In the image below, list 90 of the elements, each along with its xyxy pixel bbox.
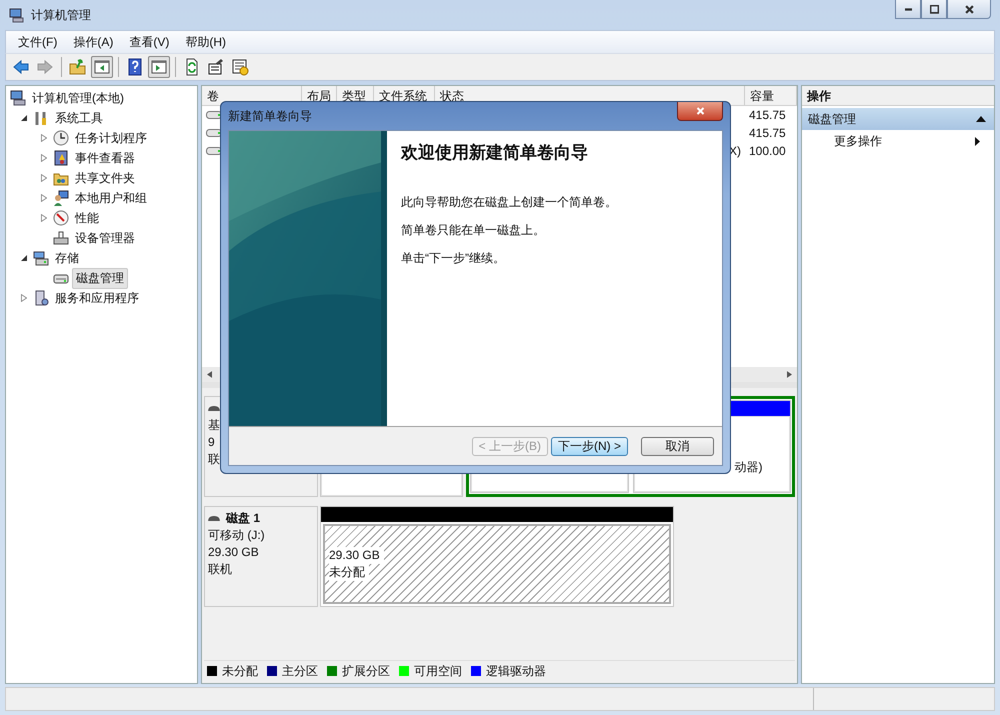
maximize-icon	[930, 4, 938, 14]
tree-item[interactable]: 性能	[72, 208, 102, 228]
column-header[interactable]: 容量	[745, 86, 797, 105]
gauge-icon	[53, 210, 69, 226]
toolbar-button[interactable]	[148, 56, 170, 78]
close-icon	[964, 4, 974, 14]
drive-icon	[206, 129, 222, 137]
toolbar-button[interactable]	[91, 56, 113, 78]
menu-item[interactable]: 查看(V)	[129, 34, 170, 50]
collapse-icon[interactable]	[976, 116, 986, 122]
tree-item[interactable]: 磁盘管理	[72, 268, 128, 288]
expand-icon[interactable]	[41, 134, 47, 142]
tools-icon	[33, 110, 49, 126]
dialog-title: 新建简单卷向导	[228, 108, 312, 124]
properties-icon	[207, 58, 225, 76]
partition[interactable]: 29.30 GB 未分配	[320, 506, 674, 607]
dialog-button[interactable]: 取消	[641, 436, 714, 456]
table-cell: 415.75	[749, 126, 786, 140]
expand-icon[interactable]	[41, 194, 47, 202]
computer-icon	[9, 7, 25, 23]
tree-item[interactable]: 设备管理器	[72, 228, 138, 248]
scroll-left-icon[interactable]	[207, 371, 212, 378]
dialog-text: 简单卷只能在单一磁盘上。	[401, 222, 546, 239]
tree-item[interactable]: 本地用户和组	[72, 188, 150, 208]
disk-info: 基	[208, 418, 221, 432]
drive-icon	[206, 147, 222, 155]
partition-info: 未分配	[329, 564, 369, 581]
book-icon	[53, 150, 69, 166]
disk-name: 磁盘 1	[226, 510, 260, 526]
export-icon	[231, 58, 249, 76]
disk-info: 29.30 GB	[208, 545, 260, 559]
partition-info: 动器)	[734, 459, 764, 476]
back-icon	[12, 58, 30, 76]
collapse-icon[interactable]	[21, 255, 27, 261]
section-header[interactable]: 磁盘管理	[802, 108, 994, 130]
legend-label: 未分配	[222, 662, 258, 680]
server-icon	[33, 290, 49, 306]
close-button[interactable]	[677, 102, 723, 121]
forward-icon	[36, 58, 54, 76]
storage-icon	[33, 250, 49, 266]
dialog-text: 单击“下一步”继续。	[401, 250, 506, 267]
menu-item[interactable]: 帮助(H)	[185, 34, 226, 50]
users-icon	[53, 190, 69, 206]
dialog-text: 此向导帮助您在磁盘上创建一个简单卷。	[401, 194, 617, 211]
collapse-icon[interactable]	[21, 115, 27, 121]
help-icon	[126, 58, 144, 76]
action-link[interactable]: 更多操作	[834, 132, 882, 150]
expand-icon[interactable]	[41, 214, 47, 222]
dialog-heading: 欢迎使用新建简单卷向导	[401, 142, 589, 164]
folder-up-icon	[69, 58, 87, 76]
tree-item[interactable]: 存储	[52, 248, 82, 268]
expand-icon[interactable]	[21, 294, 27, 302]
menu-item[interactable]: 文件(F)	[18, 34, 58, 50]
close-button[interactable]	[947, 0, 991, 19]
partition-info: 29.30 GB	[329, 547, 384, 564]
device-icon	[53, 230, 69, 246]
menu-item[interactable]: 操作(A)	[73, 34, 114, 50]
legend-label: 扩展分区	[342, 662, 390, 680]
table-cell: 100.00	[749, 144, 786, 158]
maximize-button[interactable]	[921, 0, 947, 19]
tree-item[interactable]: 服务和应用程序	[52, 288, 142, 308]
disk-info: 联	[208, 452, 221, 466]
window-title: 计算机管理	[31, 6, 91, 24]
table-cell: 415.75	[749, 108, 786, 122]
minimize-icon	[904, 8, 912, 10]
section-title: 磁盘管理	[808, 110, 856, 128]
legend-label: 主分区	[282, 662, 318, 680]
expand-icon[interactable]	[41, 174, 47, 182]
tree-item[interactable]: 任务计划程序	[72, 128, 150, 148]
legend-label: 逻辑驱动器	[486, 662, 546, 680]
tree-pane-icon	[93, 58, 111, 76]
computer-icon	[10, 90, 26, 106]
action-pane-icon	[150, 58, 168, 76]
disk-info: 可移动 (J:)	[208, 528, 266, 542]
expand-icon[interactable]	[41, 154, 47, 162]
tree-item[interactable]: 计算机管理(本地)	[29, 88, 127, 108]
close-icon	[696, 107, 704, 115]
tree-item[interactable]: 事件查看器	[72, 148, 138, 168]
pane-header: 操作	[802, 86, 994, 106]
submenu-arrow-icon	[975, 136, 980, 146]
scroll-right-icon[interactable]	[787, 371, 792, 378]
disk-info: 联机	[208, 562, 233, 576]
legend-label: 可用空间	[414, 662, 462, 680]
dialog-button[interactable]: 下一步(N) >	[551, 436, 628, 456]
minimize-button[interactable]	[895, 0, 921, 19]
tree-item[interactable]: 系统工具	[52, 108, 106, 128]
drive-icon	[206, 111, 222, 119]
disk-info: 9	[208, 435, 216, 449]
tree-item[interactable]: 共享文件夹	[72, 168, 138, 188]
clock-icon	[53, 130, 69, 146]
